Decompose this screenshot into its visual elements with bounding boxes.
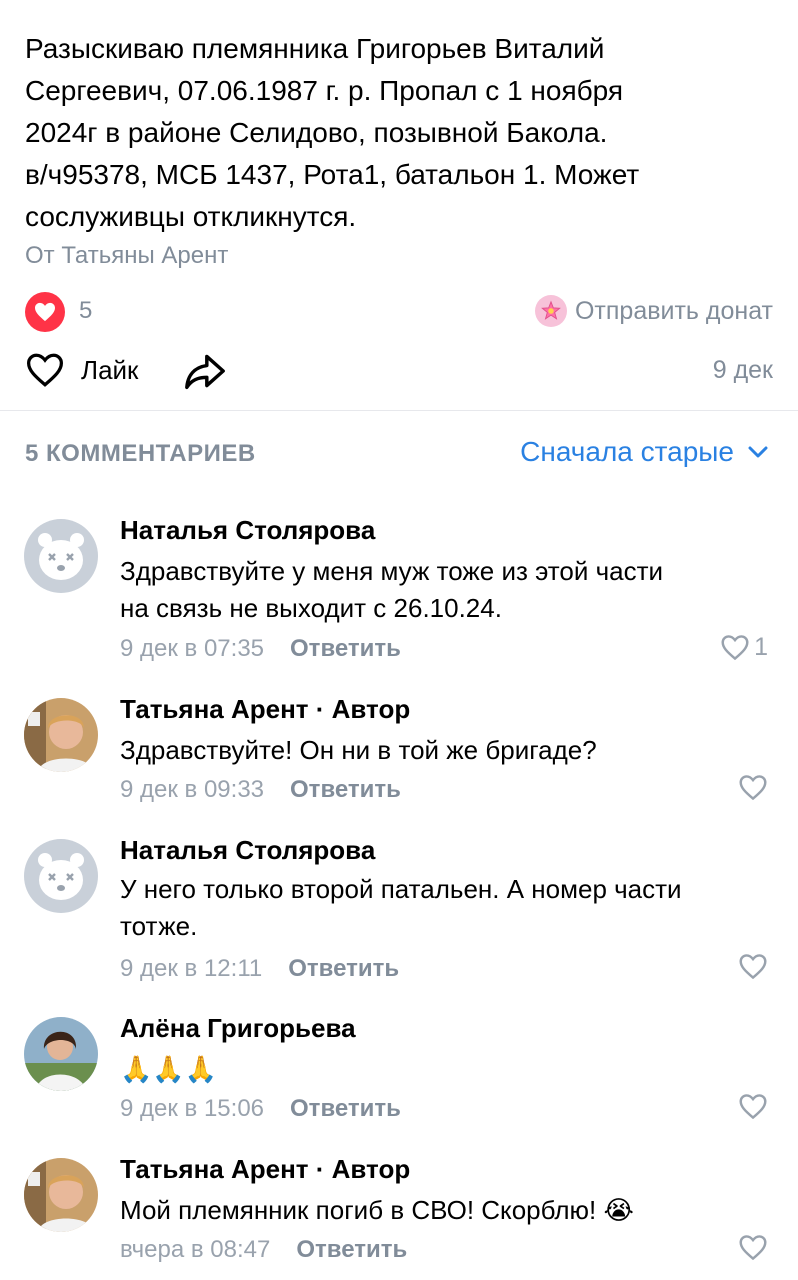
comment-author[interactable]: Татьяна Арент · Автор [120, 694, 410, 725]
avatar[interactable] [24, 698, 98, 772]
liked-heart-icon[interactable] [25, 292, 65, 332]
sort-label: Сначала старые [520, 436, 734, 467]
donate-icon [534, 295, 567, 327]
comment-time: 9 дек в 12:11 [120, 955, 263, 982]
sort-dropdown[interactable]: Сначала старые [520, 436, 768, 468]
share-icon [185, 354, 225, 390]
comment-meta: 9 дек в 15:06 Ответить [120, 1095, 401, 1123]
post-author-line[interactable]: От Татьяны Арент [25, 242, 228, 270]
donate-button[interactable]: Отправить донат [534, 295, 773, 327]
chevron-down-icon [748, 446, 768, 458]
heart-outline-icon [739, 775, 767, 801]
heart-outline-icon [739, 954, 767, 980]
donate-label: Отправить донат [574, 296, 773, 325]
avatar[interactable] [24, 1017, 98, 1091]
reply-button[interactable]: Ответить [296, 1236, 407, 1264]
action-row: Лайк 9 дек [25, 348, 773, 394]
like-button[interactable]: Лайк [25, 352, 138, 388]
likes-count[interactable]: 5 [79, 297, 92, 325]
post-text: Разыскиваю племянника Григорьев Виталий … [25, 33, 640, 232]
comment-text: 🙏🙏🙏 [120, 1054, 218, 1084]
comment-like-button[interactable] [738, 953, 768, 980]
heart-outline-icon [721, 635, 749, 661]
comment-like-button[interactable] [738, 774, 768, 801]
avatar[interactable] [24, 1158, 98, 1232]
comment-author[interactable]: Наталья Столярова [120, 835, 375, 866]
like-label: Лайк [81, 354, 139, 385]
comment-meta: вчера в 08:47 Ответить [120, 1236, 407, 1264]
comment-like-button[interactable] [738, 1093, 768, 1120]
comments-count: 5 КОММЕНТАРИЕВ [25, 440, 256, 467]
comment-text: Здравствуйте! Он ни в той же бригаде? [120, 735, 597, 765]
comment-time: 9 дек в 15:06 [120, 1095, 265, 1122]
reply-button[interactable]: Ответить [290, 635, 401, 663]
comment-text: Мой племянник погиб в СВО! Скорблю! 😭 [120, 1195, 634, 1225]
reply-button[interactable]: Ответить [290, 1095, 401, 1123]
reaction-row: 5 Отправить донат [25, 290, 773, 334]
reply-button[interactable]: Ответить [288, 955, 399, 983]
comment-like-button[interactable]: 1 [720, 633, 768, 662]
post-date: 9 дек [712, 356, 773, 384]
comment-author[interactable]: Наталья Столярова [120, 515, 375, 546]
comment-author[interactable]: Алёна Григорьева [120, 1013, 356, 1044]
comment-text: У него только второй патальен. А номер ч… [120, 874, 682, 941]
comment-like-count: 1 [754, 633, 768, 661]
reply-button[interactable]: Ответить [290, 776, 401, 804]
comment-author[interactable]: Татьяна Арент · Автор [120, 1154, 410, 1185]
comment-text: Здравствуйте у меня муж тоже из этой час… [120, 556, 664, 623]
comment-time: вчера в 08:47 [120, 1236, 271, 1263]
comment-meta: 9 дек в 09:33 Ответить [120, 776, 401, 804]
comment-time: 9 дек в 07:35 [120, 635, 265, 662]
comment-like-button[interactable] [738, 1234, 768, 1261]
share-button[interactable] [183, 351, 227, 396]
deleted-avatar-icon[interactable] [24, 839, 98, 913]
comment-meta: 9 дек в 12:11 Ответить [120, 955, 399, 983]
divider [0, 410, 798, 411]
comment-time: 9 дек в 09:33 [120, 776, 265, 803]
deleted-avatar-icon[interactable] [24, 519, 98, 593]
heart-outline-icon [739, 1094, 767, 1120]
heart-outline-icon [739, 1235, 767, 1261]
heart-outline-icon [26, 353, 64, 387]
comment-meta: 9 дек в 07:35 Ответить [120, 635, 401, 663]
